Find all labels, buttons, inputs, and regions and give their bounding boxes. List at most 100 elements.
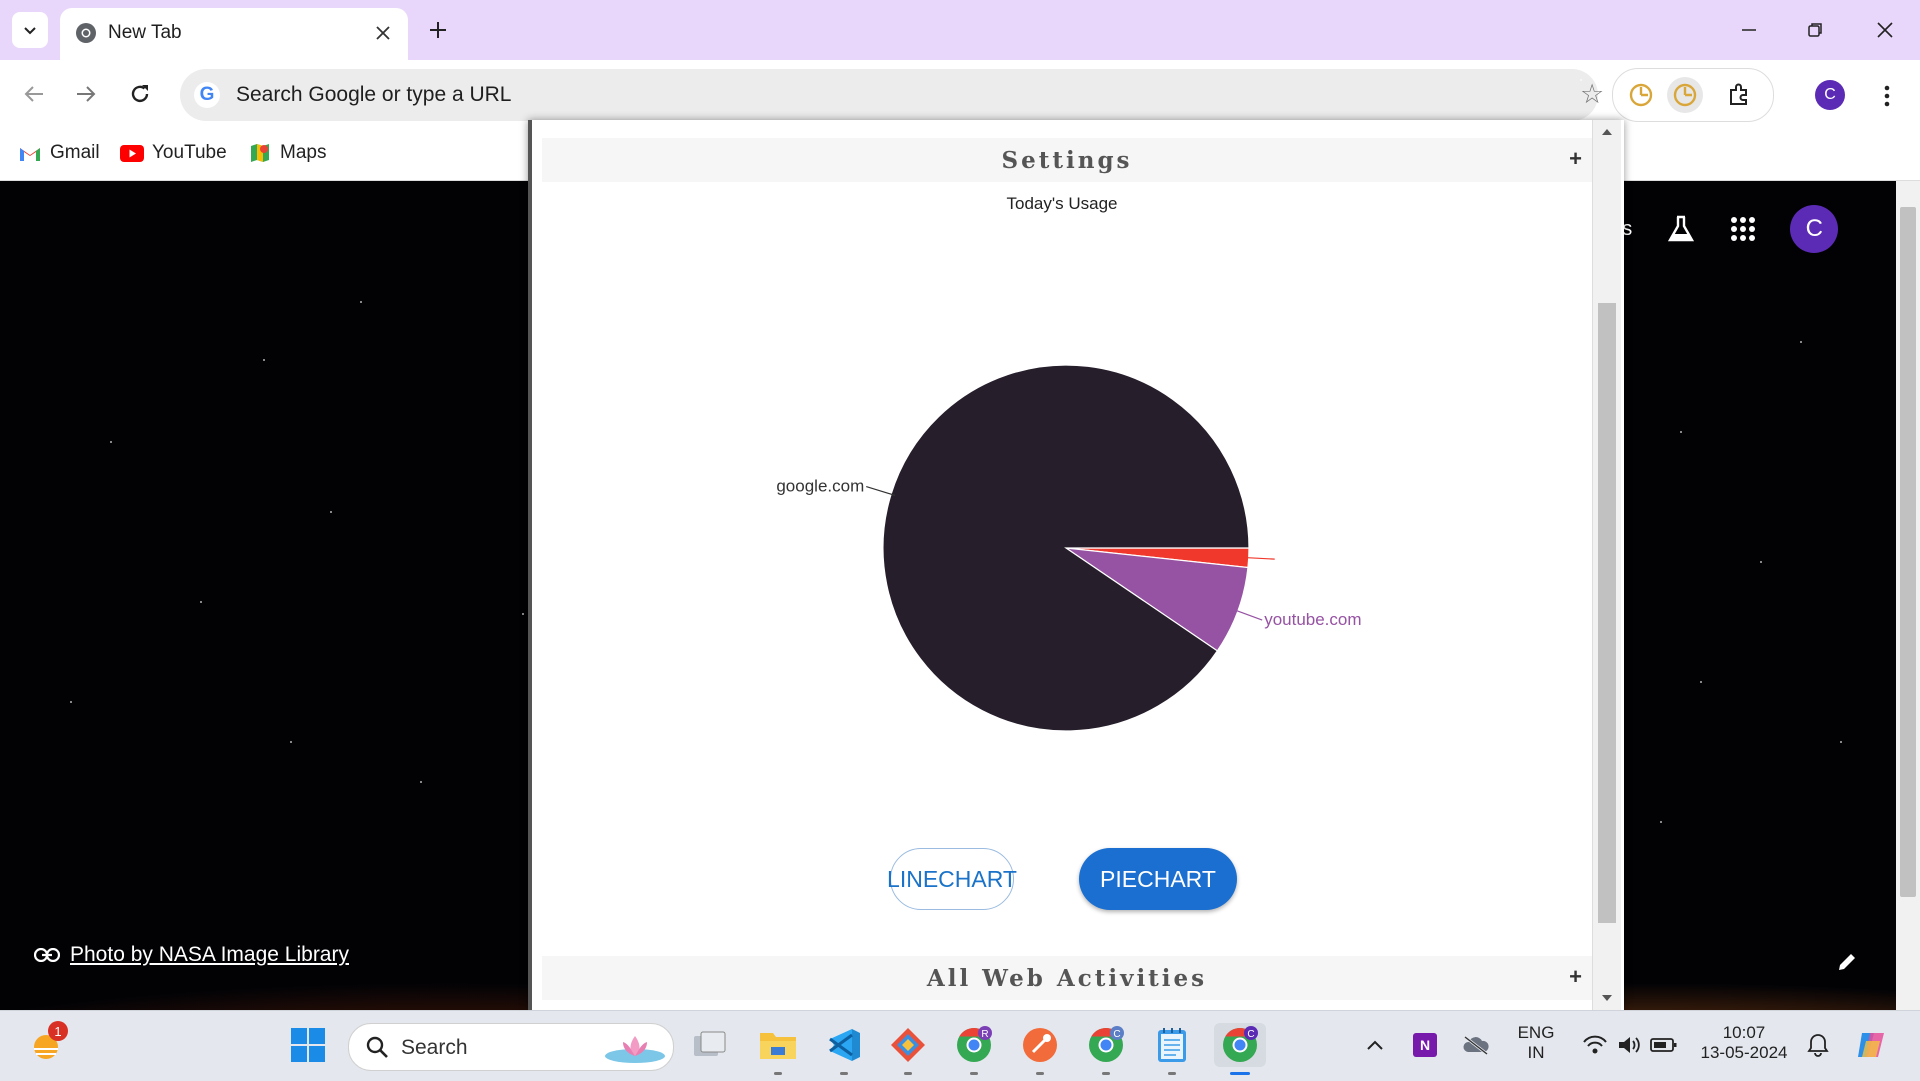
- close-icon: [1877, 22, 1893, 38]
- tab-search-button[interactable]: [12, 12, 48, 48]
- running-indicator: [904, 1072, 912, 1075]
- task-view-button[interactable]: [688, 1023, 732, 1067]
- restore-button[interactable]: [1790, 10, 1840, 50]
- weather-widget[interactable]: 1: [24, 1021, 68, 1067]
- star: [1800, 341, 1802, 343]
- extensions-menu-button[interactable]: [1721, 77, 1757, 113]
- gmail-icon: [18, 142, 42, 164]
- forward-button[interactable]: [68, 76, 104, 112]
- running-indicator: [774, 1072, 782, 1075]
- reload-button[interactable]: [122, 76, 158, 112]
- arrow-left-icon: [24, 86, 43, 102]
- piechart-button[interactable]: PIECHART: [1079, 848, 1237, 910]
- star: [200, 601, 202, 603]
- reload-icon: [131, 85, 149, 103]
- address-bar[interactable]: G Search Google or type a URL ☆: [180, 69, 1604, 121]
- star: [1660, 821, 1662, 823]
- customize-button[interactable]: [1830, 945, 1864, 979]
- pie-clock-icon: [1673, 83, 1697, 107]
- youtube-icon: [120, 142, 144, 164]
- running-indicator: [970, 1072, 978, 1075]
- postman-app[interactable]: [1018, 1023, 1062, 1075]
- back-button[interactable]: [16, 76, 52, 112]
- lotus-search-highlight-icon: [605, 1036, 665, 1063]
- expand-activities-icon[interactable]: +: [1569, 964, 1582, 990]
- vscode-app[interactable]: [822, 1023, 866, 1075]
- windows-taskbar: 1 Search R C C N ENG IN 10:07 13-05-2024: [0, 1010, 1920, 1081]
- tab-title: New Tab: [108, 22, 182, 43]
- chevron-up-icon: [1367, 1040, 1383, 1050]
- git-tool-app[interactable]: [886, 1023, 930, 1075]
- quick-settings-button[interactable]: [1576, 1023, 1686, 1067]
- bookmark-label: Gmail: [50, 142, 100, 163]
- bookmark-star-icon[interactable]: ☆: [1580, 79, 1604, 109]
- chrome-profile-r-app[interactable]: R: [952, 1023, 996, 1075]
- copilot-button[interactable]: [1850, 1023, 1894, 1067]
- notification-badge: 1: [48, 1021, 68, 1041]
- star: [1680, 431, 1682, 433]
- taskbar-search-box[interactable]: Search: [348, 1023, 674, 1071]
- bookmark-youtube[interactable]: YouTube: [120, 138, 227, 168]
- notepad-app[interactable]: [1150, 1023, 1194, 1075]
- language-code: ENG: [1517, 1023, 1555, 1042]
- popup-scrollbar[interactable]: [1592, 120, 1621, 1010]
- star: [290, 741, 292, 743]
- running-indicator: [1036, 1072, 1044, 1075]
- svg-text:C: C: [1247, 1029, 1254, 1040]
- running-indicator: [840, 1072, 848, 1075]
- start-button[interactable]: [286, 1023, 330, 1067]
- show-hidden-icons-button[interactable]: [1360, 1023, 1390, 1067]
- notifications-button[interactable]: [1800, 1023, 1836, 1067]
- minimize-icon: [1742, 29, 1756, 31]
- scroll-up-arrow-icon[interactable]: [1593, 124, 1621, 140]
- browser-menu-button[interactable]: [1872, 78, 1902, 114]
- photo-credit-link[interactable]: Photo by NASA Image Library: [34, 943, 349, 967]
- all-web-activities-section-header[interactable]: All Web Activities +: [542, 956, 1592, 1000]
- vscode-icon: [829, 1029, 860, 1061]
- star: [522, 613, 524, 615]
- clock[interactable]: 10:07 13-05-2024: [1694, 1023, 1794, 1063]
- bookmark-label: Maps: [280, 142, 327, 163]
- region-code: IN: [1527, 1043, 1545, 1062]
- clock-time: 10:07: [1722, 1023, 1766, 1042]
- file-explorer-app[interactable]: [756, 1023, 800, 1075]
- chrome-profile-c-app[interactable]: C: [1084, 1023, 1128, 1075]
- usage-tracker-extension-icon[interactable]: [1623, 77, 1659, 113]
- profile-avatar-button[interactable]: C: [1815, 80, 1845, 110]
- photo-credit-text: Photo by NASA Image Library: [70, 943, 349, 966]
- linechart-button[interactable]: LINECHART: [887, 848, 1017, 910]
- star: [263, 359, 265, 361]
- input-language-indicator[interactable]: ENG IN: [1516, 1023, 1556, 1063]
- page-scrollbar-thumb[interactable]: [1900, 207, 1916, 897]
- chrome-active-app[interactable]: C: [1214, 1023, 1266, 1075]
- pie-clock-icon: [1629, 83, 1653, 107]
- minimize-button[interactable]: [1724, 10, 1774, 50]
- active-indicator: [1230, 1072, 1250, 1075]
- chevron-down-icon: [24, 27, 36, 35]
- svg-text:R: R: [981, 1029, 988, 1040]
- onenote-tray-icon[interactable]: N: [1408, 1023, 1442, 1067]
- pie-slice-google-com[interactable]: [882, 364, 1250, 732]
- clock-date: 13-05-2024: [1700, 1043, 1788, 1062]
- star: [1760, 561, 1762, 563]
- svg-text:N: N: [1420, 1037, 1430, 1053]
- onenote-icon: N: [1413, 1033, 1437, 1057]
- page-scrollbar[interactable]: [1896, 181, 1920, 1010]
- cloud-off-icon: [1463, 1035, 1489, 1055]
- address-bar-placeholder: Search Google or type a URL: [236, 83, 512, 106]
- onedrive-tray-icon[interactable]: [1458, 1023, 1494, 1067]
- google-apps-grid-icon[interactable]: [1730, 216, 1756, 242]
- bookmark-gmail[interactable]: Gmail: [18, 138, 100, 168]
- close-window-button[interactable]: [1860, 10, 1910, 50]
- usage-tracker-popup: Settings + Today's Usage youtube.com goog…: [528, 120, 1624, 1010]
- scroll-down-arrow-icon[interactable]: [1593, 990, 1621, 1006]
- ntp-account-avatar[interactable]: C: [1790, 205, 1839, 253]
- puzzle-icon: [1730, 83, 1747, 105]
- bookmark-maps[interactable]: Maps: [248, 138, 326, 168]
- tab-close-button[interactable]: [368, 18, 398, 48]
- usage-tracker-extension-active-icon[interactable]: [1667, 77, 1703, 113]
- popup-scrollbar-thumb[interactable]: [1598, 303, 1616, 923]
- new-tab-button[interactable]: [420, 12, 456, 48]
- tab-new-tab[interactable]: New Tab: [60, 8, 408, 60]
- labs-flask-icon[interactable]: [1666, 214, 1696, 244]
